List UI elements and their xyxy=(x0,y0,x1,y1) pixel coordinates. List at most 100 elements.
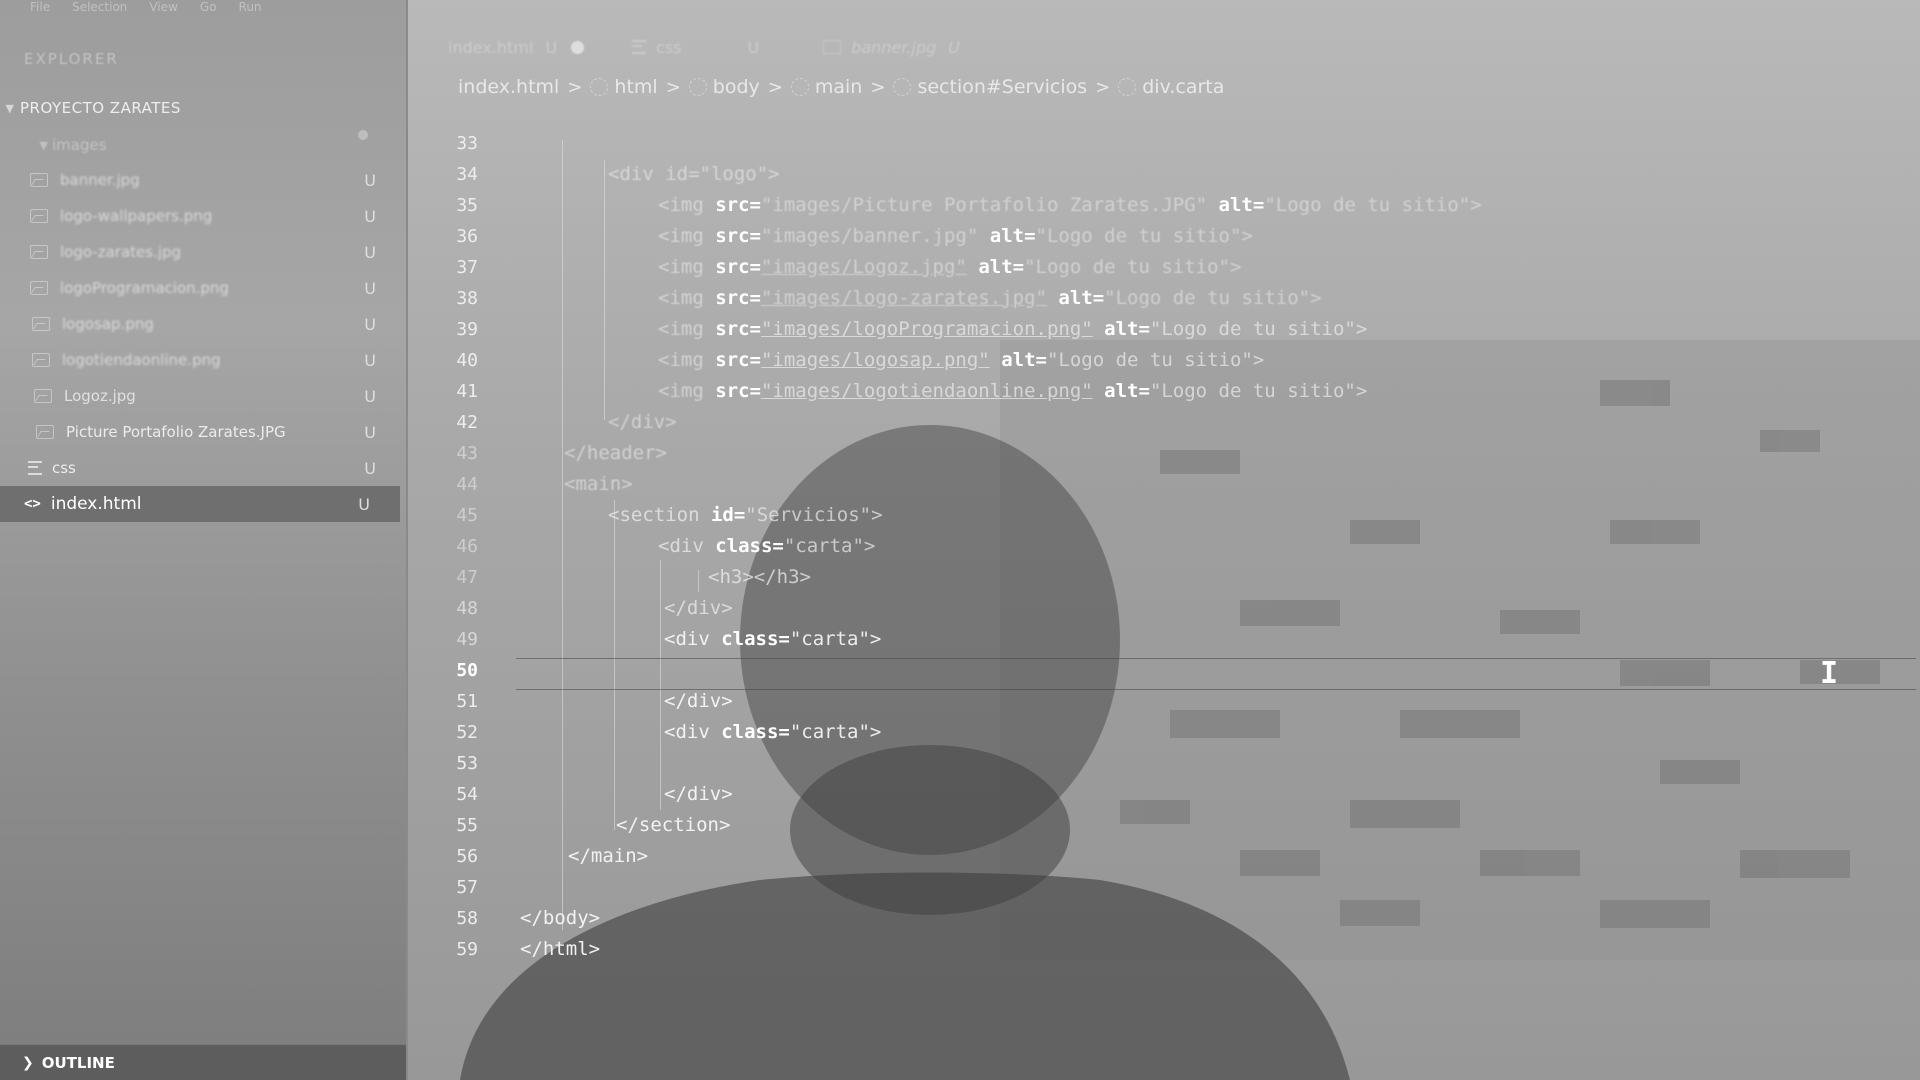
tab-label: css xyxy=(656,37,682,57)
code-token[interactable]: "images/logo-zarates.jpg" xyxy=(761,287,1047,309)
menu-go[interactable]: Go xyxy=(200,0,217,14)
code-text: <img src="images/logosap.png" alt="Logo … xyxy=(658,345,1264,376)
code-token[interactable]: "images/logoProgramacion.png" xyxy=(761,318,1093,340)
code-token: id= xyxy=(710,504,746,526)
breadcrumb-item[interactable]: section#Servicios xyxy=(917,76,1087,98)
line-number: 38 xyxy=(456,288,478,309)
screen: File Selection View Go Run EXPLORER ▼ PR… xyxy=(0,0,1920,1080)
file-item-active[interactable]: <> index.html U xyxy=(0,486,400,522)
file-item[interactable]: logo-wallpapers.png U xyxy=(0,198,406,234)
chevron-right-icon: > xyxy=(767,76,783,98)
project-name: PROYECTO ZARATES xyxy=(20,99,181,117)
outline-label: OUTLINE xyxy=(41,1054,115,1072)
menu-run[interactable]: Run xyxy=(239,0,262,14)
outline-panel-header[interactable]: ❯ OUTLINE xyxy=(0,1044,406,1080)
untracked-badge: U xyxy=(364,170,376,190)
code-token: <div xyxy=(658,535,716,557)
file-name: Picture Portafolio Zarates.JPG xyxy=(66,423,286,441)
file-item[interactable]: logo-zarates.jpg U xyxy=(0,234,406,270)
menu-selection[interactable]: Selection xyxy=(72,0,127,14)
breadcrumb: index.html > html > body > main > sectio… xyxy=(458,76,1224,98)
line-number: 39 xyxy=(456,319,478,340)
code-line: 48 </div> xyxy=(408,593,1920,624)
code-text: </header> xyxy=(564,442,667,464)
line-number: 42 xyxy=(456,412,478,433)
line-number: 36 xyxy=(456,226,478,247)
element-icon xyxy=(688,78,707,96)
line-number: 51 xyxy=(456,691,478,712)
line-number: 41 xyxy=(456,381,478,402)
code-token: alt= xyxy=(1104,380,1150,402)
untracked-badge: U xyxy=(364,458,376,478)
breadcrumb-item[interactable]: main xyxy=(815,76,862,98)
chevron-right-icon: > xyxy=(665,76,681,98)
code-token: src= xyxy=(715,380,761,402)
code-line: 58 </body> xyxy=(408,903,1920,934)
line-number: 53 xyxy=(456,753,478,774)
tab-bar: index.html U css U banner.jpg U xyxy=(408,24,1920,70)
css-file-icon xyxy=(28,461,42,475)
unsaved-dot-icon[interactable] xyxy=(571,40,585,54)
folder-images[interactable]: ▼ images xyxy=(0,132,400,158)
folder-css[interactable]: css U xyxy=(0,450,406,486)
project-folder-header[interactable]: ▼ PROYECTO ZARATES xyxy=(0,96,400,120)
element-icon xyxy=(893,78,912,96)
code-text: <img src="images/banner.jpg" alt="Logo d… xyxy=(658,221,1253,252)
code-token: <img xyxy=(658,194,716,216)
file-item[interactable]: logotiendaonline.png U xyxy=(0,342,406,378)
menu-view[interactable]: View xyxy=(149,0,177,14)
line-number: 33 xyxy=(456,133,478,154)
tab-index-html[interactable]: index.html U xyxy=(448,37,585,57)
breadcrumb-item[interactable]: body xyxy=(713,76,760,98)
file-name: logotiendaonline.png xyxy=(62,351,221,369)
chevron-right-icon: > xyxy=(1095,76,1111,98)
code-line: 47 <h3></h3> xyxy=(408,562,1920,593)
code-token: alt= xyxy=(1058,287,1105,309)
code-line: 38 <img src="images/logo-zarates.jpg" al… xyxy=(408,283,1920,314)
file-item[interactable]: logosap.png U xyxy=(0,306,406,342)
file-item[interactable]: banner.jpg U xyxy=(0,162,406,198)
tab-label: index.html xyxy=(448,37,534,57)
file-item[interactable]: Picture Portafolio Zarates.JPG U xyxy=(0,414,406,450)
code-token: "Logo de tu sitio"> xyxy=(1035,225,1253,247)
file-item[interactable]: logoProgramacion.png U xyxy=(0,270,406,306)
code-token[interactable]: "images/logosap.png" xyxy=(761,349,990,371)
css-file-icon xyxy=(632,40,647,54)
line-number: 45 xyxy=(456,505,478,526)
tab-css[interactable]: css U xyxy=(632,38,759,57)
code-text: <section id="Servicios"> xyxy=(608,500,883,531)
breadcrumb-item[interactable]: div.carta xyxy=(1142,76,1224,98)
code-token: <div xyxy=(664,628,722,650)
code-line: 56 </main> xyxy=(408,841,1920,872)
file-item[interactable]: Logoz.jpg U xyxy=(0,378,406,414)
explorer-sidebar: File Selection View Go Run EXPLORER ▼ PR… xyxy=(0,0,408,1080)
code-line: 55 </section> xyxy=(408,810,1920,841)
code-token[interactable]: "images/logotiendaonline.png" xyxy=(761,380,1093,402)
menu-file[interactable]: File xyxy=(30,0,50,14)
breadcrumb-item[interactable]: html xyxy=(614,76,657,98)
file-name: logo-zarates.jpg xyxy=(60,243,182,261)
code-area[interactable]: 33 34 <div id="logo"> 35 <img src="image… xyxy=(408,128,1920,965)
code-token: class= xyxy=(715,535,784,557)
code-token[interactable]: "images/Logoz.jpg" xyxy=(761,256,967,278)
untracked-badge: U xyxy=(364,314,376,334)
code-text: </html> xyxy=(520,938,601,960)
file-list: banner.jpg U logo-wallpapers.png U logo-… xyxy=(0,162,406,522)
code-token: "Logo de tu sitio"> xyxy=(1149,318,1368,340)
untracked-badge: U xyxy=(948,37,960,57)
untracked-badge: U xyxy=(364,422,376,442)
breadcrumb-item[interactable]: index.html xyxy=(458,76,559,98)
code-line: 46 <div class="carta"> xyxy=(408,531,1920,562)
element-icon xyxy=(790,78,809,96)
code-token: src= xyxy=(715,256,761,278)
tab-banner-jpg[interactable]: banner.jpg U xyxy=(823,38,960,57)
code-line-current[interactable]: 50 xyxy=(408,655,1920,686)
image-file-icon xyxy=(32,353,50,367)
line-number: 55 xyxy=(456,815,478,836)
code-line: 36 <img src="images/banner.jpg" alt="Log… xyxy=(408,221,1920,252)
code-text: <main> xyxy=(564,473,633,495)
code-token: alt= xyxy=(1218,194,1265,216)
file-name: logo-wallpapers.png xyxy=(60,207,213,225)
code-text: <img src="images/Logoz.jpg" alt="Logo de… xyxy=(658,252,1241,283)
untracked-badge: U xyxy=(747,37,760,57)
